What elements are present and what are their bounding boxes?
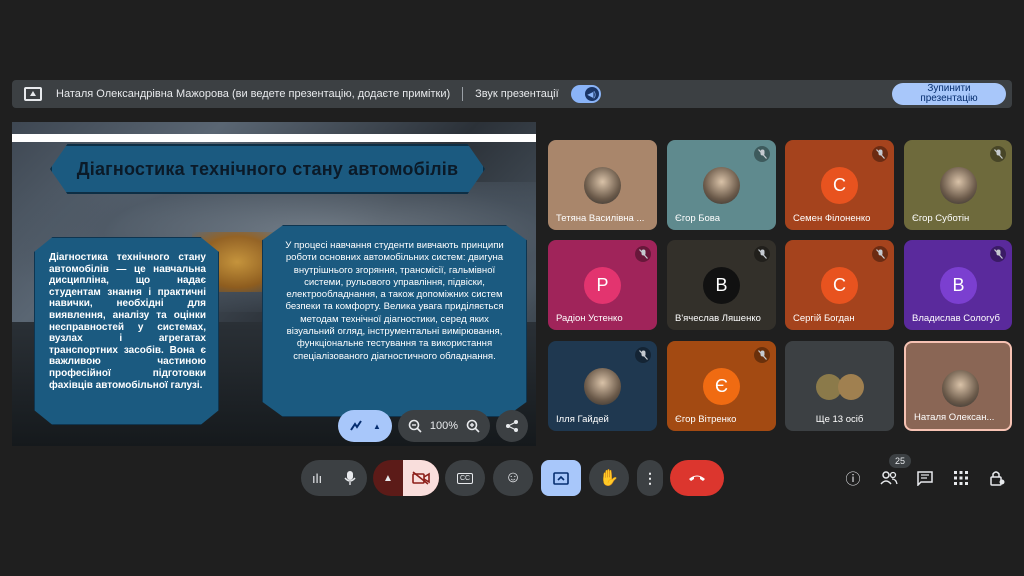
participant-tile[interactable]: В Владислав Сологуб xyxy=(904,240,1012,330)
zoom-control: 100% xyxy=(398,410,490,442)
share-icon xyxy=(506,420,518,432)
audio-levels-icon[interactable]: ılı xyxy=(312,471,322,486)
participant-tile[interactable]: Єгор Суботін xyxy=(904,140,1012,230)
avatar xyxy=(940,167,977,204)
present-screen-icon xyxy=(553,471,569,485)
people-icon[interactable] xyxy=(879,468,899,488)
mic-off-icon xyxy=(872,246,888,262)
avatar xyxy=(942,370,979,407)
participant-name: Ще 13 осіб xyxy=(815,414,864,425)
participant-tile[interactable]: Р Радіон Устенко xyxy=(548,240,657,330)
avatar: Є xyxy=(703,368,740,405)
end-call-icon xyxy=(689,475,705,481)
more-options-button[interactable]: ⋮ xyxy=(637,460,663,496)
participant-tile[interactable]: Наталя Олексан... xyxy=(904,341,1012,431)
zoom-level: 100% xyxy=(429,420,459,432)
avatar: С xyxy=(821,267,858,304)
mic-off-icon xyxy=(635,347,651,363)
captions-button[interactable]: CC xyxy=(445,460,485,496)
meet-window: Наталя Олександрівна Мажорова (ви ведете… xyxy=(0,0,1024,576)
mic-off-icon xyxy=(990,246,1006,262)
participant-name: Семен Філоненко xyxy=(793,213,871,224)
presenting-banner: Наталя Олександрівна Мажорова (ви ведете… xyxy=(12,80,1012,108)
slide-top-band xyxy=(12,134,536,142)
participant-tile[interactable]: Є Єгор Вітренко xyxy=(667,341,776,431)
emoji-button[interactable]: ☺ xyxy=(493,460,533,496)
stop-presenting-button[interactable]: Зупинити презентацію xyxy=(892,83,1006,105)
chevron-up-icon: ▲ xyxy=(373,421,381,431)
slide-toolbar: ▲ 100% xyxy=(338,410,528,442)
participant-tile[interactable]: В В'ячеслав Ляшенко xyxy=(667,240,776,330)
camera-control-group: ▲ xyxy=(373,460,439,496)
host-controls-icon[interactable] xyxy=(987,468,1007,488)
slide-right-text: У процесі навчання студенти вивчають при… xyxy=(285,240,504,362)
sound-icon: ◀) xyxy=(584,87,599,101)
sound-label: Звук презентації xyxy=(475,88,559,100)
present-icon xyxy=(24,87,42,101)
zoom-out-icon[interactable] xyxy=(408,419,422,433)
participant-name: В'ячеслав Ляшенко xyxy=(675,313,761,324)
raise-hand-icon: ✋ xyxy=(599,470,619,487)
chevron-up-icon[interactable]: ▲ xyxy=(373,473,403,484)
participant-tile[interactable]: Ілля Гайдей xyxy=(548,341,657,431)
mic-off-icon xyxy=(754,146,770,162)
activities-icon[interactable] xyxy=(951,468,971,488)
mic-off-icon xyxy=(754,246,770,262)
slide-title: Діагностика технічного стану автомобілів xyxy=(50,144,485,194)
more-participants-avatars xyxy=(813,368,867,405)
audio-control-group: ılı xyxy=(301,460,367,496)
slide-left-box: Діагностика технічного стану автомобілів… xyxy=(34,237,219,425)
participant-name: Тетяна Василівна ... xyxy=(556,213,645,224)
avatar xyxy=(584,368,621,405)
captions-icon: CC xyxy=(456,472,474,484)
participant-name: Наталя Олексан... xyxy=(914,412,995,423)
participant-name: Владислав Сологуб xyxy=(912,313,1000,324)
presentation-slide: Діагностика технічного стану автомобілів… xyxy=(12,122,536,446)
info-icon[interactable]: ⓘ xyxy=(843,468,863,488)
participant-tile[interactable]: Єгор Бова xyxy=(667,140,776,230)
slide-right-box: У процесі навчання студенти вивчають при… xyxy=(262,225,527,417)
participant-name: Сергій Богдан xyxy=(793,313,855,324)
camera-off-button[interactable] xyxy=(403,460,439,496)
participant-name: Ілля Гайдей xyxy=(556,414,609,425)
presenter-text: Наталя Олександрівна Мажорова (ви ведете… xyxy=(56,88,451,100)
slide-left-text: Діагностика технічного стану автомобілів… xyxy=(49,252,206,391)
participant-tile[interactable]: Тетяна Василівна ... xyxy=(548,140,657,230)
participant-name: Єгор Бова xyxy=(675,213,721,224)
mic-off-icon xyxy=(754,347,770,363)
share-button[interactable] xyxy=(496,410,528,442)
mic-off-icon xyxy=(990,146,1006,162)
emoji-icon: ☺ xyxy=(504,469,522,486)
participant-name: Єгор Вітренко xyxy=(675,414,737,425)
annotate-icon xyxy=(350,420,362,431)
avatar: Р xyxy=(584,267,621,304)
participant-name: Єгор Суботін xyxy=(912,213,970,224)
participant-name: Радіон Устенко xyxy=(556,313,623,324)
avatar: С xyxy=(821,167,858,204)
sound-toggle[interactable]: ◀) xyxy=(570,85,601,103)
present-screen-button[interactable] xyxy=(541,460,581,496)
zoom-in-icon[interactable] xyxy=(466,419,480,433)
chat-icon[interactable] xyxy=(915,468,935,488)
more-icon: ⋮ xyxy=(643,469,657,486)
raise-hand-button[interactable]: ✋ xyxy=(589,460,629,496)
divider xyxy=(462,87,464,101)
participant-tile[interactable]: С Сергій Богдан xyxy=(785,240,894,330)
mic-off-icon xyxy=(872,146,888,162)
avatar xyxy=(584,167,621,204)
participant-tile[interactable]: С Семен Філоненко xyxy=(785,140,894,230)
participant-tile[interactable]: Ще 13 осіб xyxy=(785,341,894,431)
mic-off-icon xyxy=(635,246,651,262)
annotate-button[interactable]: ▲ xyxy=(338,410,392,442)
avatar: В xyxy=(940,267,977,304)
end-call-button[interactable] xyxy=(670,460,724,496)
avatar xyxy=(703,167,740,204)
avatar: В xyxy=(703,267,740,304)
mic-icon[interactable] xyxy=(344,470,356,486)
slide-title-text: Діагностика технічного стану автомобілів xyxy=(76,158,459,179)
camera-off-icon xyxy=(412,471,430,485)
participant-count-badge: 25 xyxy=(889,454,911,468)
